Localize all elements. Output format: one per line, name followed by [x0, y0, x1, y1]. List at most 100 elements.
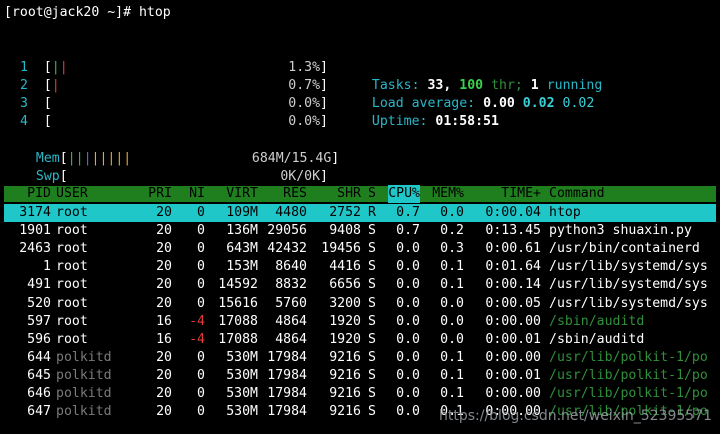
cell-user: root — [56, 313, 88, 329]
cell-time: 0:00.01 — [485, 367, 541, 383]
uptime: Uptime: 01:58:51 — [371, 114, 499, 129]
column-header-s[interactable]: S — [368, 185, 376, 203]
cell-res: 4864 — [275, 331, 307, 347]
cell-res: 4864 — [275, 313, 307, 329]
cell-pid: 520 — [27, 295, 51, 311]
cell-pid: 596 — [27, 331, 51, 347]
cell-pid: 2463 — [19, 241, 51, 257]
table-row[interactable]: 645 polkitd 20 0 530M 17984 9216 S 0.0 0.1 0:00.01… — [4, 367, 716, 385]
cpu-percent: 1.3%] — [288, 60, 328, 75]
cell-cmd: /sbin/auditd — [549, 313, 645, 329]
cell-shr: 9408 — [329, 223, 361, 239]
cell-pid: 644 — [27, 349, 51, 365]
cell-pid: 1901 — [19, 223, 51, 239]
cell-pri: 20 — [156, 205, 172, 220]
cell-user: root — [56, 277, 88, 293]
cell-user: root — [56, 259, 88, 275]
table-row[interactable]: 1 root 20 0 153M 8640 4416 S 0.0 0.1 0:01.64/usr/l… — [4, 258, 716, 276]
cell-cmd: /usr/lib/systemd/sys — [549, 277, 708, 293]
cell-cmd: /sbin/auditd — [549, 331, 645, 347]
column-header-ni[interactable]: NI — [189, 185, 205, 203]
cell-mem: 0.3 — [440, 241, 464, 257]
cell-s: S — [368, 331, 376, 347]
mem-value: 684M/15.4G] — [251, 151, 340, 166]
table-row[interactable]: 491 root 20 0 14592 8832 6656 S 0.0 0.1 0:00.14/us… — [4, 276, 716, 294]
table-row[interactable]: 520 root 20 0 15616 5760 3200 S 0.0 0.0 0:00.05/us… — [4, 295, 716, 313]
cell-mem: 0.0 — [440, 295, 464, 311]
cell-pri: 20 — [156, 404, 172, 420]
column-header-virt[interactable]: VIRT — [226, 185, 258, 203]
swp-value: 0K/0K] — [280, 169, 328, 184]
cpu-label: 2 — [20, 78, 44, 93]
cell-mem: 0.0 — [440, 331, 464, 347]
cell-cmd: python3 shuaxin.py — [549, 223, 692, 239]
cell-ni: 0 — [197, 205, 205, 220]
cell-cpu: 0.0 — [396, 367, 420, 383]
column-header-mem[interactable]: MEM% — [432, 185, 464, 203]
cell-cpu: 0.0 — [396, 349, 420, 365]
cell-virt: 530M — [226, 367, 258, 383]
cell-virt: 643M — [226, 241, 258, 257]
cell-shr: 9216 — [329, 386, 361, 401]
column-header-res[interactable]: RES — [283, 185, 307, 203]
cell-user: polkitd — [56, 386, 112, 401]
cell-mem: 0.1 — [440, 277, 464, 293]
cell-pri: 16 — [156, 313, 172, 329]
cell-pid: 491 — [27, 277, 51, 293]
cell-user: polkitd — [56, 404, 112, 420]
column-header-cpu[interactable]: CPU% — [388, 185, 420, 203]
cell-res: 8832 — [275, 277, 307, 293]
cpu-label: 3 — [20, 96, 44, 111]
cell-virt: 15616 — [218, 295, 258, 311]
cell-user: polkitd — [56, 367, 112, 383]
cell-user: root — [56, 205, 88, 220]
cell-pri: 20 — [156, 349, 172, 365]
cpu-label: 4 — [20, 114, 44, 129]
cell-virt: 153M — [226, 259, 258, 275]
cell-shr: 9216 — [329, 367, 361, 383]
column-header-cmd[interactable]: Command — [549, 185, 605, 203]
column-header-pri[interactable]: PRI — [148, 185, 172, 203]
cell-cmd: /usr/lib/polkit-1/po — [549, 386, 708, 401]
cpu-meter-3: 3 [ — [20, 96, 52, 111]
cell-ni: 0 — [197, 349, 205, 365]
table-row[interactable]: 2463 root 20 0 643M 42432 19456 S 0.0 0.3 0:00.61 /… — [4, 240, 716, 258]
cell-shr: 9216 — [329, 404, 361, 420]
cell-cmd: /usr/lib/systemd/sys — [549, 259, 708, 275]
table-row[interactable]: 3174 root 20 0 109M 4480 2752 R 0.7 0.0 0:00.04 hto… — [4, 204, 716, 222]
cell-cmd: /usr/lib/polkit-1/po — [549, 367, 708, 383]
table-row[interactable]: 597 root 16 -4 17088 4864 1920 S 0.0 0.0 0:00.00/s… — [4, 313, 716, 331]
cell-mem: 0.1 — [440, 259, 464, 275]
cell-cpu: 0.0 — [396, 295, 420, 311]
cell-pid: 647 — [27, 404, 51, 420]
column-header-time[interactable]: TIME+ — [501, 185, 541, 203]
column-header-shr[interactable]: SHR — [337, 185, 361, 203]
cell-shr: 3200 — [329, 295, 361, 311]
table-row[interactable]: 596 root 16 -4 17088 4864 1920 S 0.0 0.0 0:00.01/s… — [4, 331, 716, 349]
cpu-percent: 0.0%] — [288, 96, 328, 111]
cell-s: S — [368, 349, 376, 365]
table-row[interactable]: 1901 root 20 0 136M 29056 9408 S 0.7 0.2 0:13.45 py… — [4, 222, 716, 240]
cell-time: 0:00.01 — [485, 331, 541, 347]
cell-cpu: 0.0 — [396, 259, 420, 275]
cell-pid: 3174 — [19, 205, 51, 220]
cell-ni: 0 — [197, 295, 205, 311]
table-row[interactable]: 644 polkitd 20 0 530M 17984 9216 S 0.0 0.1 0:00.00… — [4, 349, 716, 367]
cell-pri: 20 — [156, 367, 172, 383]
cell-cmd: /usr/lib/polkit-1/po — [549, 349, 708, 365]
cpu-label: 1 — [20, 60, 44, 75]
cell-mem: 0.0 — [440, 313, 464, 329]
swp-meter: Swp[ — [35, 169, 68, 184]
cell-shr: 1920 — [329, 313, 361, 329]
column-header-pid[interactable]: PID — [27, 185, 51, 203]
column-header-user[interactable]: USER — [56, 185, 88, 203]
cell-mem: 0.0 — [440, 205, 464, 220]
cell-s: R — [368, 205, 376, 220]
table-row[interactable]: 646 polkitd 20 0 530M 17984 9216 S 0.0 0.1 0:00.00… — [4, 385, 716, 403]
cell-ni: 0 — [197, 404, 205, 420]
cell-user: root — [56, 223, 88, 239]
watermark: https://blog.csdn.net/weixin_52395571 — [438, 408, 712, 424]
cell-time: 0:00.04 — [485, 205, 541, 220]
cell-cpu: 0.7 — [396, 205, 420, 220]
cell-time: 0:00.00 — [485, 349, 541, 365]
